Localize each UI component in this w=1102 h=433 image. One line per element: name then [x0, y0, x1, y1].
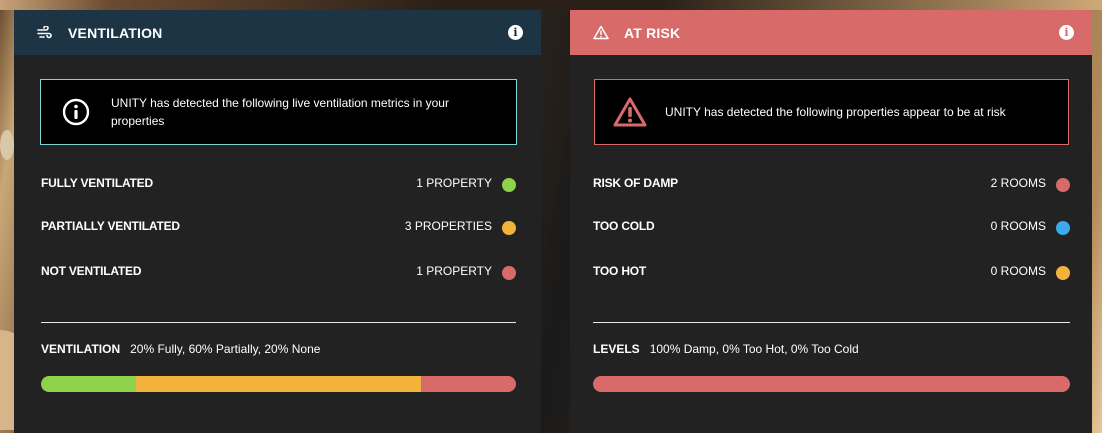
alert-text: UNITY has detected the following live ve… — [111, 96, 449, 128]
at-risk-card: AT RISK i UNITY has detected the followi… — [570, 10, 1092, 433]
info-icon[interactable]: i — [508, 25, 523, 40]
metric-label: TOO HOT — [593, 264, 647, 278]
summary-label: LEVELS — [593, 342, 640, 356]
status-dot — [1056, 266, 1070, 280]
levels-progress-bar — [593, 376, 1070, 392]
metric-label: NOT VENTILATED — [41, 264, 142, 278]
at-risk-alert: UNITY has detected the following propert… — [594, 79, 1069, 145]
metric-value: 1 PROPERTY — [416, 264, 492, 278]
levels-summary: LEVELS 100% Damp, 0% Too Hot, 0% Too Col… — [593, 342, 859, 356]
metric-row-risk-of-damp: RISK OF DAMP 2 ROOMS — [593, 173, 1070, 193]
ventilation-alert: UNITY has detected the following live ve… — [40, 79, 517, 145]
metric-value: 0 ROOMS — [990, 219, 1046, 233]
status-dot — [502, 266, 516, 280]
metric-label: TOO COLD — [593, 219, 655, 233]
metric-row-too-hot: TOO HOT 0 ROOMS — [593, 261, 1070, 281]
status-dot — [1056, 178, 1070, 192]
divider — [41, 322, 516, 323]
bar-segment-damp — [593, 376, 1070, 392]
background-band — [0, 0, 1102, 10]
metric-label: PARTIALLY VENTILATED — [41, 219, 180, 233]
ventilation-progress-bar — [41, 376, 516, 392]
metric-row-fully-ventilated: FULLY VENTILATED 1 PROPERTY — [41, 173, 516, 193]
warning-triangle-icon — [592, 24, 610, 42]
warning-triangle-icon — [595, 96, 665, 128]
metric-value: 3 PROPERTIES — [404, 219, 492, 233]
summary-label: VENTILATION — [41, 342, 121, 356]
divider — [593, 322, 1070, 323]
metric-label: FULLY VENTILATED — [41, 176, 153, 190]
bar-segment-fully — [41, 376, 136, 392]
status-dot — [1056, 221, 1070, 235]
metric-row-too-cold: TOO COLD 0 ROOMS — [593, 216, 1070, 236]
metric-value: 2 ROOMS — [990, 176, 1046, 190]
info-icon[interactable]: i — [1059, 25, 1074, 40]
background-decor — [0, 130, 14, 160]
at-risk-header: AT RISK i — [570, 10, 1092, 55]
ventilation-summary: VENTILATION 20% Fully, 60% Partially, 20… — [41, 342, 320, 356]
info-circle-icon — [41, 98, 111, 126]
status-dot — [502, 221, 516, 235]
ventilation-card: VENTILATION i UNITY has detected the fol… — [14, 10, 541, 433]
metric-row-partially-ventilated: PARTIALLY VENTILATED 3 PROPERTIES — [41, 216, 516, 236]
metric-value: 0 ROOMS — [990, 264, 1046, 278]
at-risk-title: AT RISK — [624, 24, 681, 41]
summary-text: 20% Fully, 60% Partially, 20% None — [130, 342, 321, 356]
metric-value: 1 PROPERTY — [416, 176, 492, 190]
metric-row-not-ventilated: NOT VENTILATED 1 PROPERTY — [41, 261, 516, 281]
bar-segment-partially — [136, 376, 421, 392]
ventilation-title: VENTILATION — [68, 24, 163, 41]
alert-text: UNITY has detected the following propert… — [665, 105, 1006, 119]
ventilation-header: VENTILATION i — [14, 10, 541, 55]
status-dot — [502, 178, 516, 192]
ventilation-wind-icon — [36, 24, 54, 42]
metric-label: RISK OF DAMP — [593, 176, 678, 190]
bar-segment-none — [421, 376, 516, 392]
summary-text: 100% Damp, 0% Too Hot, 0% Too Cold — [649, 342, 859, 356]
